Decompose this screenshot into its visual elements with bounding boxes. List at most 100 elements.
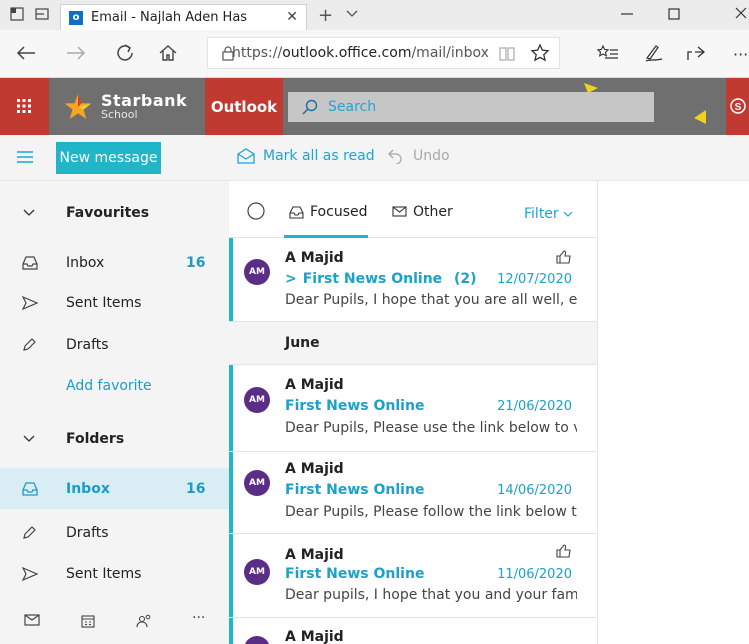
folder-drafts-label: Drafts xyxy=(66,525,109,541)
chevron-down-icon xyxy=(563,210,573,218)
add-favorite-link[interactable]: Add favorite xyxy=(0,366,229,406)
share-icon[interactable] xyxy=(686,44,706,62)
favourite-sent-label: Sent Items xyxy=(66,295,142,311)
browser-tab[interactable]: o Email - Najlah Aden Has ✕ xyxy=(60,4,307,30)
more-apps-icon[interactable]: ··· xyxy=(192,610,205,626)
new-message-button[interactable]: New message xyxy=(56,142,161,174)
tab-other[interactable]: Other xyxy=(392,204,453,220)
inbox-tray-icon xyxy=(289,205,304,219)
thread-count: (2) xyxy=(454,271,477,287)
module-switcher: ··· xyxy=(0,602,229,644)
tab-focused-label: Focused xyxy=(310,204,368,220)
calendar-icon[interactable] xyxy=(81,614,95,628)
search-input[interactable]: Search xyxy=(288,92,654,122)
skype-button[interactable]: S xyxy=(726,78,749,135)
app-name[interactable]: Outlook xyxy=(205,78,283,135)
waffle-icon xyxy=(17,99,31,113)
filter-button[interactable]: Filter xyxy=(524,206,577,222)
unread-indicator xyxy=(229,238,233,321)
new-tab-icon[interactable]: + xyxy=(318,5,333,26)
people-icon[interactable] xyxy=(136,614,152,628)
send-icon xyxy=(22,567,38,581)
tab-preview-icon[interactable] xyxy=(10,7,24,21)
message-date: 11/06/2020 xyxy=(497,567,572,582)
message-subject: First News Online xyxy=(285,566,425,582)
message-item[interactable]: AM A Majid > First News Online (2) 12/07/… xyxy=(229,238,597,322)
search-icon xyxy=(302,99,318,115)
more-options-icon[interactable]: ··· xyxy=(733,45,748,64)
mail-icon[interactable] xyxy=(24,614,40,626)
browser-tab-strip: o Email - Najlah Aden Has ✕ + xyxy=(0,0,749,30)
chevron-down-icon[interactable] xyxy=(345,6,359,20)
refresh-icon[interactable] xyxy=(115,43,135,63)
group-header: June xyxy=(229,322,597,365)
message-preview: Dear Pupils, Please follow the link belo… xyxy=(285,504,577,520)
tab-focused[interactable]: Focused xyxy=(289,204,367,220)
command-bar: New message Mark all as read Undo xyxy=(0,135,749,181)
reading-view-icon[interactable] xyxy=(498,46,516,62)
folders-label: Folders xyxy=(66,431,125,447)
svg-text:S: S xyxy=(735,102,742,113)
message-list-header: Focused Other Filter xyxy=(229,181,597,238)
back-icon[interactable] xyxy=(16,45,36,61)
mark-all-read-button[interactable]: Mark all as read xyxy=(237,148,375,164)
pencil-icon xyxy=(22,338,36,352)
message-item[interactable]: AM A Majid xyxy=(229,618,597,644)
avatar: AM xyxy=(244,636,270,644)
message-item[interactable]: AM A Majid First News Online 21/06/2020 … xyxy=(229,365,597,452)
set-tabs-aside-icon[interactable] xyxy=(35,7,49,21)
avatar: AM xyxy=(244,559,270,585)
favourite-item-sent[interactable]: Sent Items xyxy=(0,283,229,323)
chevron-down-icon xyxy=(22,434,36,444)
url-text: https://outlook.office.com/mail/inbox xyxy=(232,45,489,61)
folder-item-inbox[interactable]: Inbox 16 xyxy=(0,468,229,509)
org-brand[interactable]: Starbank School xyxy=(49,78,205,135)
forward-icon[interactable] xyxy=(66,45,86,61)
folders-header[interactable]: Folders xyxy=(0,419,229,459)
home-icon[interactable] xyxy=(158,43,178,63)
unread-indicator xyxy=(229,534,233,617)
message-subject: > First News Online xyxy=(285,271,443,287)
hamburger-menu-icon[interactable] xyxy=(17,150,33,164)
unread-indicator xyxy=(229,365,233,451)
favorites-hub-icon[interactable] xyxy=(597,44,619,62)
thread-expand-icon[interactable]: > xyxy=(285,271,297,287)
unread-indicator xyxy=(229,618,233,644)
other-mail-icon xyxy=(392,206,407,218)
tab-title: Email - Najlah Aden Has xyxy=(91,10,248,25)
message-item[interactable]: AM A Majid First News Online 14/06/2020 … xyxy=(229,452,597,534)
favourites-header[interactable]: Favourites xyxy=(0,193,229,233)
undo-label: Undo xyxy=(413,148,450,164)
web-note-pen-icon[interactable] xyxy=(644,44,664,62)
message-subject: First News Online xyxy=(285,482,425,498)
folder-item-sent[interactable]: Sent Items xyxy=(0,554,229,594)
favourite-item-inbox[interactable]: Inbox 16 xyxy=(0,243,229,283)
app-launcher-button[interactable] xyxy=(0,78,49,135)
folder-item-drafts[interactable]: Drafts xyxy=(0,513,229,553)
tab-close-icon[interactable]: ✕ xyxy=(286,9,298,25)
inbox-tray-icon xyxy=(22,256,38,270)
maximize-icon[interactable] xyxy=(668,8,680,20)
pointer-arrow-icon xyxy=(694,110,706,124)
favorite-star-icon[interactable] xyxy=(530,43,550,63)
message-date: 14/06/2020 xyxy=(497,483,572,498)
outlook-header: Starbank School Outlook Search S xyxy=(0,78,749,135)
message-date: 12/07/2020 xyxy=(497,272,572,287)
like-thumb-icon[interactable] xyxy=(556,250,572,264)
avatar: AM xyxy=(244,470,270,496)
message-sender: A Majid xyxy=(285,461,344,477)
undo-button[interactable]: Undo xyxy=(387,148,450,164)
favourites-label: Favourites xyxy=(66,205,150,221)
undo-icon xyxy=(387,148,403,164)
close-window-icon[interactable] xyxy=(735,7,747,19)
message-list: Focused Other Filter AM A Majid > First N… xyxy=(229,181,598,644)
minimize-icon[interactable] xyxy=(620,10,634,18)
favourite-item-drafts[interactable]: Drafts xyxy=(0,325,229,365)
tab-other-label: Other xyxy=(413,204,453,220)
select-all-checkbox-icon[interactable] xyxy=(247,202,265,220)
message-item[interactable]: AM A Majid First News Online 11/06/2020 … xyxy=(229,534,597,618)
message-sender: A Majid xyxy=(285,250,344,266)
add-favorite-label: Add favorite xyxy=(66,378,152,394)
folder-sent-label: Sent Items xyxy=(66,566,142,582)
like-thumb-icon[interactable] xyxy=(556,544,572,558)
